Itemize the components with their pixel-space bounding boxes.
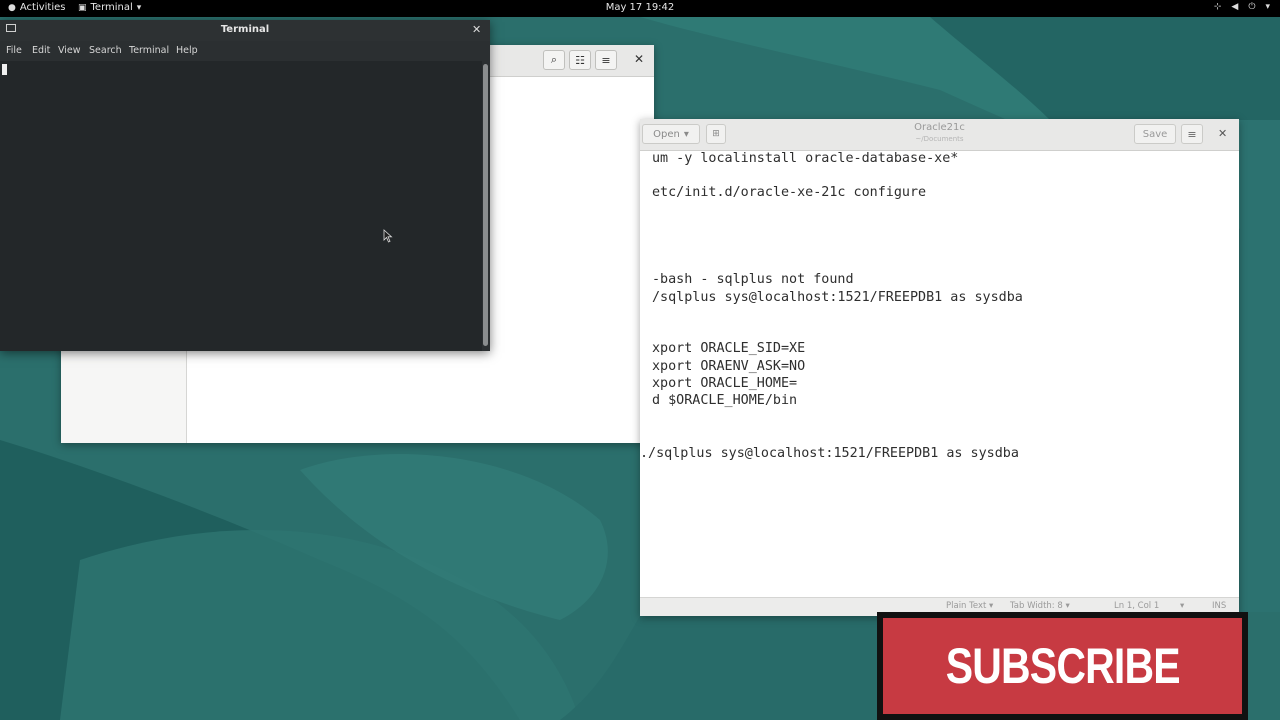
close-icon[interactable]: ✕ <box>1218 127 1227 140</box>
insert-mode-indicator[interactable]: INS <box>1212 601 1226 611</box>
open-label: Open <box>653 128 680 140</box>
tab-width-label: Tab Width: 8 <box>1010 601 1063 611</box>
menu-view[interactable]: View <box>58 45 81 56</box>
code-line: -bash - sqlplus not found <box>652 272 854 287</box>
code-line: /sqlplus sys@localhost:1521/FREEPDB1 as … <box>652 290 1023 305</box>
list-view-icon: ☷ <box>575 53 585 67</box>
gedit-window[interactable]: Open ▾ ⊞ Oracle21c ~/Documents Save ≡ ✕ … <box>640 119 1239 616</box>
close-icon[interactable]: ✕ <box>634 52 644 66</box>
chevron-down-icon: ▾ <box>1265 2 1270 12</box>
text-cursor <box>2 64 7 75</box>
clock-area: May 17 19:42 <box>0 2 1280 13</box>
activities-label: Activities <box>19 2 66 13</box>
code-line: um -y localinstall oracle-database-xe* <box>652 151 959 166</box>
search-button[interactable]: ⌕ <box>543 50 565 70</box>
menu-terminal[interactable]: Terminal <box>129 45 169 56</box>
subscribe-banner[interactable]: SUBSCRIBE <box>877 612 1248 720</box>
tab-width-selector[interactable]: Tab Width: 8 ▾ <box>1010 601 1070 611</box>
code-line: d $ORACLE_HOME/bin <box>652 393 798 408</box>
gedit-menu-button[interactable]: ≡ <box>1181 124 1203 144</box>
app-menu-label: Terminal <box>90 2 133 13</box>
language-label: Plain Text <box>946 601 987 611</box>
menu-edit[interactable]: Edit <box>32 45 50 56</box>
search-icon: ⌕ <box>550 53 558 66</box>
activities-button[interactable]: ● Activities <box>8 2 65 13</box>
open-button[interactable]: Open ▾ <box>642 124 700 144</box>
view-toggle-button[interactable]: ☷ <box>569 50 591 70</box>
volume-icon: ◀ <box>1231 2 1239 12</box>
gnome-foot-icon: ● <box>8 2 16 13</box>
new-document-button[interactable]: ⊞ <box>706 124 726 144</box>
save-button[interactable]: Save <box>1134 124 1176 144</box>
scrollbar-thumb[interactable] <box>483 64 488 346</box>
menu-help[interactable]: Help <box>176 45 198 56</box>
terminal-title: Terminal <box>220 24 270 35</box>
files-menu-button[interactable]: ≡ <box>595 50 617 70</box>
power-icon: ⏻ <box>1248 2 1256 12</box>
top-bar: ● Activities ▣ Terminal ▾ May 17 19:42 ⊹… <box>0 0 1280 17</box>
code-line: ./sqlplus sys@localhost:1521/FREEPDB1 as… <box>640 446 1019 461</box>
terminal-window[interactable]: Terminal ✕ File Edit View Search Termina… <box>0 20 490 351</box>
app-menu-button[interactable]: ▣ Terminal ▾ <box>78 2 141 13</box>
hamburger-icon: ≡ <box>1187 127 1197 141</box>
network-icon: ⊹ <box>1213 2 1222 12</box>
subscribe-label: SUBSCRIBE <box>945 638 1180 694</box>
text-editor-area[interactable]: um -y localinstall oracle-database-xe* e… <box>640 151 1239 597</box>
code-line: xport ORACLE_HOME= <box>652 376 798 391</box>
clock-button[interactable]: May 17 19:42 <box>606 2 675 13</box>
mouse-pointer-icon <box>383 229 393 243</box>
cursor-position-selector[interactable]: Ln 1, Col 1 ▾ <box>1114 601 1184 611</box>
terminal-menubar: File Edit View Search Terminal Help <box>0 41 490 61</box>
chevron-down-icon: ▾ <box>683 128 689 140</box>
chevron-down-icon: ▾ <box>136 2 142 13</box>
terminal-output[interactable] <box>0 61 482 351</box>
terminal-app-icon: ▣ <box>78 2 87 13</box>
terminal-window-icon[interactable] <box>6 24 16 32</box>
code-line: etc/init.d/oracle-xe-21c configure <box>652 185 927 200</box>
language-selector[interactable]: Plain Text ▾ <box>946 601 993 611</box>
close-icon[interactable]: ✕ <box>472 23 481 36</box>
new-tab-icon: ⊞ <box>712 129 720 139</box>
code-line: xport ORAENV_ASK=NO <box>652 359 806 374</box>
system-status-menu[interactable]: ⊹ ◀ ⏻ ▾ <box>1214 2 1270 12</box>
terminal-scrollbar[interactable] <box>482 61 490 351</box>
gedit-headerbar: Open ▾ ⊞ Oracle21c ~/Documents Save ≡ ✕ <box>640 119 1239 151</box>
terminal-titlebar: Terminal ✕ <box>0 20 490 41</box>
code-line: xport ORACLE_SID=XE <box>652 341 806 356</box>
cursor-position-label: Ln 1, Col 1 <box>1114 601 1160 611</box>
menu-search[interactable]: Search <box>89 45 122 56</box>
hamburger-icon: ≡ <box>601 53 611 67</box>
menu-file[interactable]: File <box>6 45 22 56</box>
